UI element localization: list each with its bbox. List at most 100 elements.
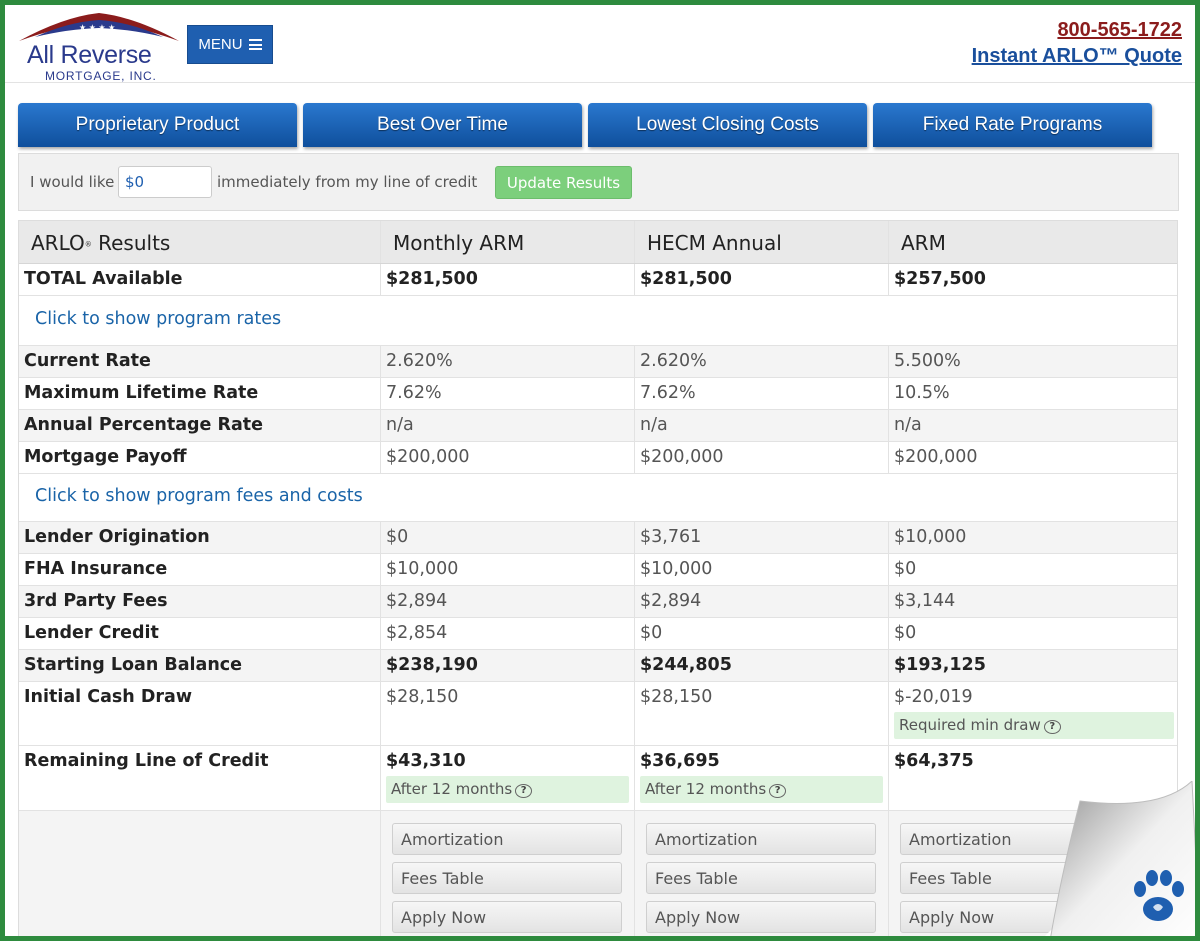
row-label: 3rd Party Fees: [19, 586, 381, 617]
tab-best-over-time[interactable]: Best Over Time: [303, 103, 582, 147]
column-header-monthly-arm: Monthly ARM: [381, 221, 635, 263]
menu-label: MENU: [198, 36, 242, 53]
cell-value: $28,150: [381, 682, 635, 745]
table-row-total-available: TOTAL Available $281,500 $281,500 $257,5…: [19, 264, 1178, 296]
help-icon[interactable]: ?: [515, 784, 532, 798]
after-12-months-note[interactable]: After 12 months?: [386, 776, 629, 803]
table-row: Annual Percentage Rate n/a n/a n/a: [19, 410, 1178, 442]
table-row: Lender Credit $2,854 $0 $0: [19, 618, 1178, 650]
table-row: Lender Origination $0 $3,761 $10,000: [19, 522, 1178, 554]
table-header-row: ARLO® Results Monthly ARM HECM Annual AR…: [19, 221, 1178, 264]
table-row: 3rd Party Fees $2,894 $2,894 $3,144: [19, 586, 1178, 618]
amortization-button[interactable]: Amortization: [646, 823, 876, 855]
results-title-suffix: Results: [92, 231, 171, 255]
draw-amount-input[interactable]: [118, 166, 212, 198]
table-row: Maximum Lifetime Rate 7.62% 7.62% 10.5%: [19, 378, 1178, 410]
cell-value: $10,000: [381, 554, 635, 585]
cell-value: $10,000: [889, 522, 1178, 553]
cell-value: $2,894: [635, 586, 889, 617]
table-row-remaining-line-of-credit: Remaining Line of Credit $43,310 After 1…: [19, 746, 1178, 811]
cell-value: $244,805: [635, 650, 889, 681]
row-label: Lender Credit: [19, 618, 381, 649]
cell-value: $200,000: [635, 442, 889, 473]
cell-value: n/a: [381, 410, 635, 441]
cell-value: $238,190: [381, 650, 635, 681]
table-row: Current Rate 2.620% 2.620% 5.500%: [19, 346, 1178, 378]
row-label: Annual Percentage Rate: [19, 410, 381, 441]
cell-value: 7.62%: [381, 378, 635, 409]
phone-link[interactable]: 800-565-1722: [1057, 19, 1182, 42]
cell-value: 10.5%: [889, 378, 1178, 409]
after-12-months-note[interactable]: After 12 months?: [640, 776, 883, 803]
fees-toggle-row: Click to show program fees and costs: [19, 474, 1178, 522]
cell-value: $0: [889, 618, 1178, 649]
fees-table-button[interactable]: Fees Table: [646, 862, 876, 894]
hamburger-icon: [249, 39, 262, 50]
rates-toggle-row: Click to show program rates: [19, 296, 1178, 346]
cell-value: $3,144: [889, 586, 1178, 617]
amortization-button[interactable]: Amortization: [392, 823, 622, 855]
cell-value: $193,125: [889, 650, 1178, 681]
cell-value: $3,761: [635, 522, 889, 553]
cell-value: 5.500%: [889, 346, 1178, 377]
actions-hecm-annual: Amortization Fees Table Apply Now: [635, 811, 889, 941]
results-title: ARLO® Results: [19, 221, 381, 263]
cell-value: $257,500: [889, 264, 1178, 295]
cell-value: $200,000: [381, 442, 635, 473]
help-icon[interactable]: ?: [769, 784, 786, 798]
note-text: After 12 months: [391, 780, 512, 798]
cell-value: $-20,019: [889, 682, 973, 707]
filter-prefix-text: I would like: [30, 173, 114, 191]
cell-value: $0: [889, 554, 1178, 585]
row-label: Maximum Lifetime Rate: [19, 378, 381, 409]
tab-proprietary-product[interactable]: Proprietary Product: [18, 103, 297, 147]
cell-value: n/a: [889, 410, 1178, 441]
update-results-button[interactable]: Update Results: [495, 166, 632, 199]
column-header-hecm-annual: HECM Annual: [635, 221, 889, 263]
svg-text:★ ★ ★ ★: ★ ★ ★ ★: [79, 23, 115, 32]
required-min-draw-note[interactable]: Required min draw?: [894, 712, 1174, 739]
cell-value: 2.620%: [635, 346, 889, 377]
help-icon[interactable]: ?: [1044, 720, 1061, 734]
cell-value: $43,310: [381, 746, 466, 771]
table-row: FHA Insurance $10,000 $10,000 $0: [19, 554, 1178, 586]
menu-button[interactable]: MENU: [187, 25, 273, 64]
actions-label-cell: [19, 811, 381, 941]
show-program-fees-link[interactable]: Click to show program fees and costs: [35, 486, 363, 506]
instant-quote-link[interactable]: Instant ARLO™ Quote: [972, 45, 1182, 68]
cell-value: $2,854: [381, 618, 635, 649]
show-program-rates-link[interactable]: Click to show program rates: [35, 309, 281, 329]
tab-lowest-closing-costs[interactable]: Lowest Closing Costs: [588, 103, 867, 147]
cash-draw-arm-cell: $-20,019 Required min draw?: [889, 682, 1178, 745]
cell-value: $281,500: [635, 264, 889, 295]
cell-value: $281,500: [381, 264, 635, 295]
draw-filter-bar: I would like immediately from my line of…: [18, 153, 1179, 211]
note-text: After 12 months: [645, 780, 766, 798]
tab-fixed-rate-programs[interactable]: Fixed Rate Programs: [873, 103, 1152, 147]
row-label: Remaining Line of Credit: [19, 746, 381, 810]
note-text: Required min draw: [899, 716, 1041, 734]
cell-value: $36,695: [635, 746, 720, 771]
fees-table-button[interactable]: Fees Table: [392, 862, 622, 894]
row-label: Current Rate: [19, 346, 381, 377]
logo[interactable]: ★ ★ ★ ★ All Reverse MORTGAGE, INC.: [13, 11, 185, 81]
cell-value: $0: [381, 522, 635, 553]
cell-value: $200,000: [889, 442, 1178, 473]
logo-subtitle: MORTGAGE, INC.: [45, 69, 157, 83]
logo-name: All Reverse: [27, 41, 152, 70]
apply-now-button[interactable]: Apply Now: [392, 901, 622, 933]
actions-monthly-arm: Amortization Fees Table Apply Now: [381, 811, 635, 941]
filter-suffix-text: immediately from my line of credit: [217, 173, 477, 191]
cell-value: $10,000: [635, 554, 889, 585]
row-label: Starting Loan Balance: [19, 650, 381, 681]
column-header-arm: ARM: [889, 221, 1178, 263]
page-curl-paw-icon[interactable]: [1040, 781, 1200, 941]
cell-value: 7.62%: [635, 378, 889, 409]
apply-now-button[interactable]: Apply Now: [646, 901, 876, 933]
remaining-monthly-arm-cell: $43,310 After 12 months?: [381, 746, 635, 810]
registered-mark: ®: [85, 241, 92, 249]
table-row-actions: Amortization Fees Table Apply Now Amorti…: [19, 811, 1178, 941]
row-label: TOTAL Available: [19, 264, 381, 295]
remaining-hecm-annual-cell: $36,695 After 12 months?: [635, 746, 889, 810]
site-header: ★ ★ ★ ★ All Reverse MORTGAGE, INC. MENU …: [5, 5, 1195, 83]
